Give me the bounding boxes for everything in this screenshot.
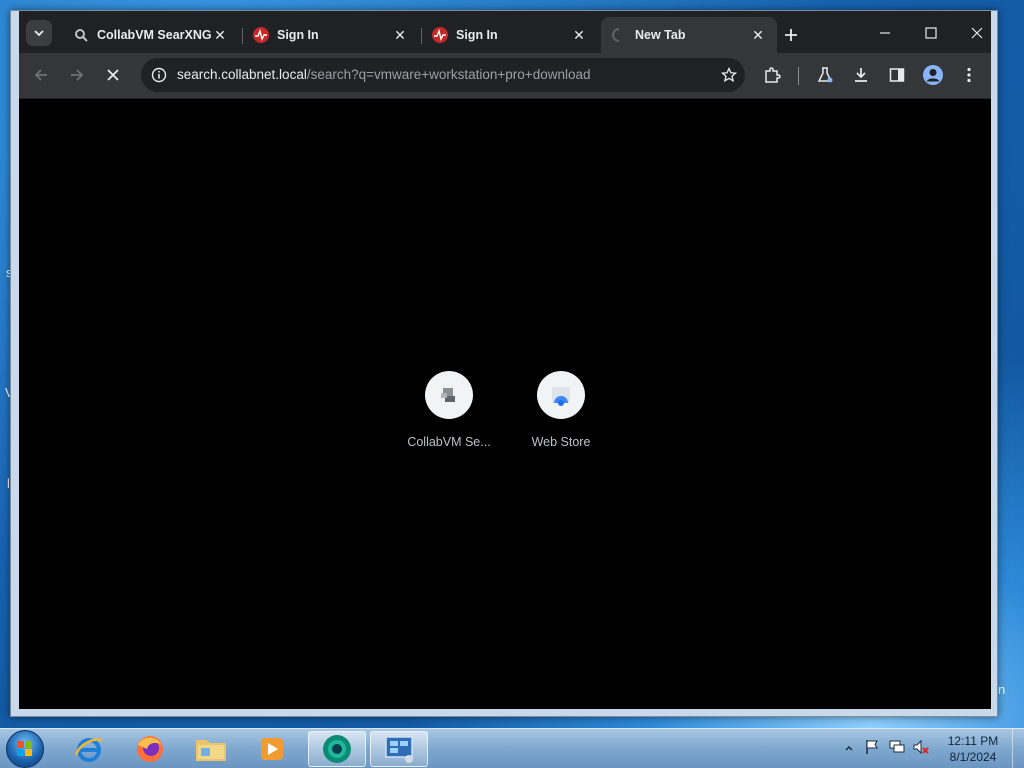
network-icon[interactable]: [888, 739, 906, 760]
searxng-icon: [73, 27, 89, 43]
action-center-icon[interactable]: [864, 739, 880, 760]
url-host: search.collabnet.local: [177, 67, 307, 82]
firefox-icon: [137, 736, 163, 762]
start-button[interactable]: [6, 730, 44, 768]
side-panel-button[interactable]: [883, 61, 911, 89]
tab-strip: CollabVM SearXNG ✕ Sign In ✕ Sign In ✕ N…: [19, 11, 991, 53]
address-text[interactable]: search.collabnet.local/search?q=vmware+w…: [177, 67, 591, 82]
loading-spinner-icon: [611, 27, 627, 43]
puzzle-icon: [765, 67, 781, 83]
tab-sign-in-1[interactable]: Sign In ✕: [243, 17, 419, 53]
taskbar-internet-explorer[interactable]: [60, 731, 118, 767]
minimize-icon: [880, 32, 890, 34]
shortcut-label: Web Store: [531, 435, 591, 449]
clock-time: 12:11 PM: [947, 734, 999, 748]
close-icon: [971, 27, 983, 39]
close-icon[interactable]: ✕: [570, 26, 588, 44]
taskbar-control-panel[interactable]: [370, 731, 428, 767]
address-bar[interactable]: search.collabnet.local/search?q=vmware+w…: [141, 58, 745, 92]
taskbar-firefox[interactable]: [121, 731, 179, 767]
back-button[interactable]: [27, 61, 55, 89]
new-tab-button[interactable]: [779, 23, 803, 47]
browser-toolbar: search.collabnet.local/search?q=vmware+w…: [19, 53, 991, 98]
taskbar: 12:11 PM 8/1/2024: [0, 728, 1024, 768]
browser-chrome: CollabVM SearXNG ✕ Sign In ✕ Sign In ✕ N…: [19, 11, 991, 709]
profile-button[interactable]: [919, 61, 947, 89]
pulse-icon: [432, 27, 448, 43]
maximize-button[interactable]: [909, 19, 953, 47]
clock-date: 8/1/2024: [949, 750, 997, 764]
site-info-icon[interactable]: [151, 67, 167, 88]
tab-sign-in-2[interactable]: Sign In ✕: [422, 17, 598, 53]
chrome-icon: [323, 735, 351, 763]
close-icon: [107, 69, 119, 81]
tab-title: Sign In: [456, 28, 498, 42]
file-explorer-icon: [196, 740, 226, 761]
new-tab-page: CollabVM Se... Web Store: [19, 99, 991, 709]
bookmark-star-icon[interactable]: [720, 66, 738, 88]
arrow-left-icon: [34, 69, 47, 81]
system-tray: [844, 729, 930, 768]
shortcut-web-store[interactable]: Web Store: [511, 371, 611, 449]
maximize-icon: [925, 27, 937, 39]
chevron-up-icon: [845, 745, 853, 751]
flask-icon: [817, 67, 833, 83]
chevron-down-icon: [34, 30, 44, 37]
tab-new-tab[interactable]: New Tab ✕: [601, 17, 777, 53]
close-window-button[interactable]: [955, 19, 999, 47]
shortcut-collabvm[interactable]: CollabVM Se...: [399, 371, 499, 449]
plus-icon: [785, 29, 797, 41]
arrow-right-icon: [71, 69, 84, 81]
url-path: /search?q=vmware+workstation+pro+downloa…: [306, 67, 591, 82]
avatar-icon: [923, 65, 943, 85]
windows-logo-icon: [17, 741, 32, 756]
tab-title: CollabVM SearXNG: [97, 28, 211, 42]
shortcut-label: CollabVM Se...: [407, 435, 491, 449]
volume-muted-icon[interactable]: [912, 739, 930, 760]
menu-button[interactable]: [955, 61, 983, 89]
tab-title: New Tab: [635, 28, 686, 42]
taskbar-chrome[interactable]: [308, 731, 366, 767]
taskbar-media-player[interactable]: [243, 731, 301, 767]
taskbar-clock[interactable]: 12:11 PM 8/1/2024: [938, 733, 1008, 765]
download-icon: [855, 68, 867, 82]
extensions-button[interactable]: [758, 61, 786, 89]
taskbar-file-explorer[interactable]: [182, 731, 240, 767]
stop-loading-button[interactable]: [99, 61, 127, 89]
browser-window: CollabVM SearXNG ✕ Sign In ✕ Sign In ✕ N…: [10, 10, 998, 717]
tab-collabvm-searxng[interactable]: CollabVM SearXNG ✕: [63, 17, 239, 53]
kebab-menu-icon: [967, 67, 971, 83]
close-icon[interactable]: ✕: [211, 26, 229, 44]
close-icon[interactable]: ✕: [749, 26, 767, 44]
media-player-icon: [261, 738, 283, 760]
close-icon[interactable]: ✕: [391, 26, 409, 44]
pulse-icon: [253, 27, 269, 43]
toolbar-separator: [798, 67, 799, 85]
forward-button[interactable]: [63, 61, 91, 89]
show-hidden-icons-button[interactable]: [844, 740, 854, 758]
tab-search-button[interactable]: [26, 20, 52, 46]
tab-title: Sign In: [277, 28, 319, 42]
minimize-button[interactable]: [863, 19, 907, 47]
downloads-button[interactable]: [847, 61, 875, 89]
control-panel-icon: [385, 736, 413, 763]
web-store-icon: [537, 371, 585, 419]
collabvm-icon: [425, 371, 473, 419]
side-panel-icon: [889, 68, 905, 82]
show-desktop-button[interactable]: [1012, 729, 1024, 768]
internet-explorer-icon: [74, 738, 103, 762]
desktop-text-fragment: n: [998, 682, 1006, 697]
labs-button[interactable]: [811, 61, 839, 89]
